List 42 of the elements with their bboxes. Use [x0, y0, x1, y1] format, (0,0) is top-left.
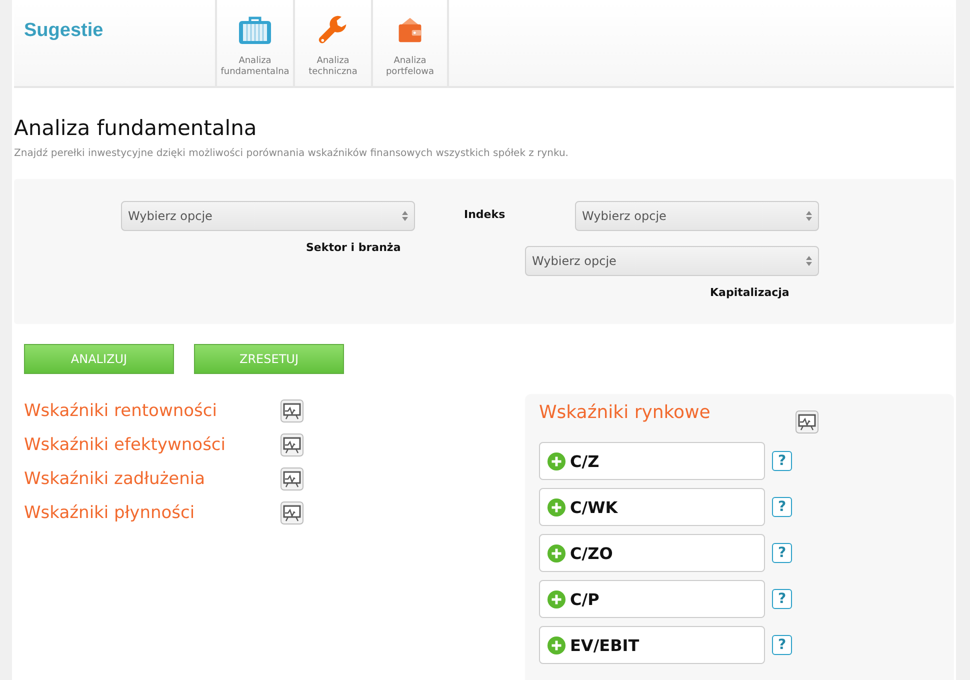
- chart-board-icon[interactable]: [280, 467, 304, 491]
- help-button[interactable]: ?: [772, 451, 792, 471]
- nav-tab[interactable]: Analiza techniczna: [293, 0, 371, 86]
- chart-board-icon[interactable]: [280, 433, 304, 457]
- field-label: Kapitalizacja: [710, 286, 790, 299]
- capitalization-select[interactable]: Wybierz opcje: [525, 246, 819, 276]
- chart-board-icon[interactable]: [280, 501, 304, 525]
- wrench-icon: [317, 14, 349, 46]
- plus-icon: [547, 544, 566, 562]
- indicator-item[interactable]: C/Z: [539, 442, 765, 480]
- help-button[interactable]: ?: [772, 543, 792, 563]
- section-title: Sugestie: [23, 19, 104, 43]
- panel-title: Wskaźniki rynkowe: [539, 402, 712, 423]
- sort-caret-icon: [402, 211, 408, 221]
- field-label: Sektor i branża: [306, 241, 401, 254]
- sort-caret-icon: [806, 256, 812, 266]
- chart-board-icon[interactable]: [280, 399, 304, 423]
- nav-tab[interactable]: Analiza portfelowa: [371, 0, 449, 86]
- help-button[interactable]: ?: [772, 589, 792, 609]
- field-label: Indeks: [464, 208, 506, 221]
- plus-icon: [547, 498, 566, 516]
- indicator-item[interactable]: C/WK: [539, 488, 765, 526]
- nav-tab[interactable]: Analiza fundamentalna: [215, 0, 293, 86]
- plus-icon: [547, 452, 566, 470]
- sort-caret-icon: [806, 211, 812, 221]
- index-select[interactable]: Wybierz opcje: [575, 201, 819, 231]
- indicator-item[interactable]: C/P: [539, 580, 765, 618]
- indicator-group-link[interactable]: Wskaźniki płynności: [24, 503, 280, 523]
- indicator-item[interactable]: EV/EBIT: [539, 626, 765, 664]
- indicator-group-link[interactable]: Wskaźniki efektywności: [24, 435, 280, 455]
- briefcase-icon: [238, 14, 272, 46]
- plus-icon: [547, 636, 566, 654]
- page-subtitle: Znajdź perełki inwestycyjne dzięki możliwości porównania wskaźników finansowych wszystkich spółek z rynku.: [14, 148, 570, 159]
- indicator-item[interactable]: C/ZO: [539, 534, 765, 572]
- plus-icon: [547, 590, 566, 608]
- help-button[interactable]: ?: [772, 635, 792, 655]
- page-heading: Analiza fundamentalna: [14, 116, 258, 140]
- sector-select[interactable]: Wybierz opcje: [121, 201, 415, 231]
- chart-board-icon[interactable]: [795, 410, 819, 434]
- indicator-group-link[interactable]: Wskaźniki rentowności: [24, 401, 280, 421]
- help-button[interactable]: ?: [772, 497, 792, 517]
- indicator-group-link[interactable]: Wskaźniki zadłużenia: [24, 469, 280, 489]
